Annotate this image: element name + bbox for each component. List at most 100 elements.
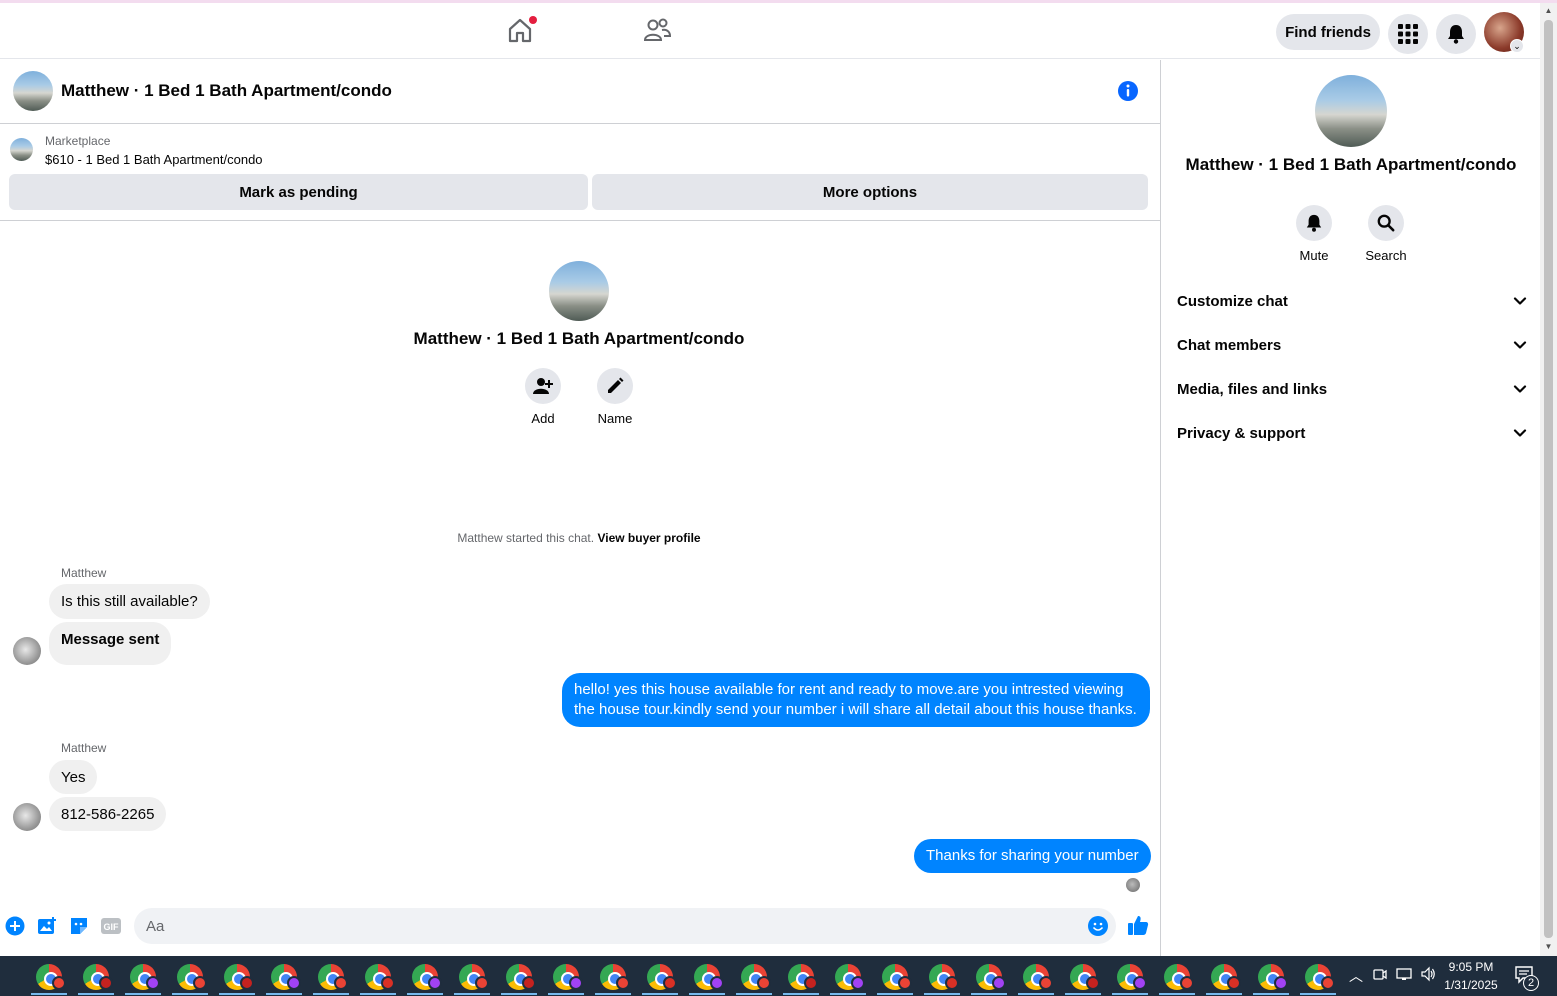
add-label: Add (531, 411, 555, 426)
running-indicator (1065, 993, 1101, 995)
profile-badge-icon (475, 976, 489, 990)
running-indicator (830, 993, 866, 995)
running-indicator (172, 993, 208, 995)
chat-intro-title: Matthew · 1 Bed 1 Bath Apartment/condo (413, 329, 745, 348)
running-indicator (125, 993, 161, 995)
notification-count-badge: 2 (1523, 975, 1539, 991)
mute-label: Mute (1299, 248, 1329, 263)
running-indicator (924, 993, 960, 995)
section-label: Customize chat (1177, 292, 1288, 310)
profile-badge-icon (381, 976, 395, 990)
name-label: Name (597, 411, 633, 426)
listing-title[interactable]: $610 - 1 Bed 1 Bath Apartment/condo (45, 152, 263, 167)
profile-badge-icon (1274, 976, 1288, 990)
sticker-icon[interactable] (69, 916, 89, 936)
running-indicator (313, 993, 349, 995)
running-indicator (1300, 993, 1336, 995)
meet-now-icon[interactable] (1372, 966, 1388, 985)
chevron-up-icon[interactable]: ︿ (1349, 966, 1363, 986)
emoji-icon[interactable] (1088, 916, 1108, 936)
profile-badge-icon (146, 976, 160, 990)
message-bubble-outgoing[interactable]: Thanks for sharing your number (914, 839, 1151, 873)
notifications-button[interactable] (1436, 14, 1476, 54)
profile-badge-icon (1039, 976, 1053, 990)
running-indicator (595, 993, 631, 995)
bell-icon (1448, 25, 1464, 44)
sender-avatar[interactable] (13, 803, 41, 831)
section-chat-members[interactable]: Chat members (1177, 330, 1527, 360)
running-indicator (501, 993, 537, 995)
profile-badge-icon (52, 976, 66, 990)
profile-badge-icon (1321, 976, 1335, 990)
notification-dot (529, 16, 537, 24)
find-friends-button[interactable]: Find friends (1276, 14, 1380, 50)
listing-thumbnail[interactable] (10, 138, 33, 161)
chat-started-text: Matthew started this chat. (457, 531, 595, 545)
grid-icon (1398, 24, 1418, 44)
section-privacy-support[interactable]: Privacy & support (1177, 418, 1527, 448)
scrollbar-thumb[interactable] (1544, 20, 1553, 938)
running-indicator (1159, 993, 1195, 995)
marketplace-label: Marketplace (45, 134, 111, 148)
profile-badge-icon (428, 976, 442, 990)
conversation-title[interactable]: Matthew · 1 Bed 1 Bath Apartment/condo (61, 81, 392, 101)
mute-button[interactable]: Mute (1278, 205, 1350, 263)
view-buyer-profile-link[interactable]: View buyer profile (597, 531, 700, 545)
clock-time: 9:05 PM (1448, 960, 1494, 974)
profile-badge-icon (99, 976, 113, 990)
message-sender: Matthew (61, 566, 107, 580)
message-bubble-incoming[interactable]: Yes (49, 760, 98, 794)
running-indicator (31, 993, 67, 995)
running-indicator (78, 993, 114, 995)
gif-icon[interactable]: GIF (101, 916, 121, 936)
chevron-down-icon (1513, 341, 1527, 349)
friends-icon[interactable] (642, 15, 672, 45)
conversation-avatar[interactable] (13, 71, 53, 111)
more-options-button[interactable]: More options (592, 174, 1148, 210)
running-indicator (360, 993, 396, 995)
chat-started-notice: Matthew started this chat. View buyer pr… (0, 531, 1158, 545)
profile-badge-icon (1227, 976, 1241, 990)
chevron-down-icon[interactable]: ⌄ (1510, 39, 1524, 53)
scroll-up-arrow-icon[interactable]: ▲ (1543, 6, 1554, 17)
profile-badge-icon (898, 976, 912, 990)
message-input[interactable]: Aa (134, 908, 1116, 944)
network-icon[interactable] (1396, 966, 1412, 985)
info-icon[interactable] (1117, 80, 1139, 102)
add-people-action[interactable]: Add (507, 368, 579, 426)
running-indicator (736, 993, 772, 995)
photo-icon[interactable] (37, 916, 57, 936)
profile-badge-icon (569, 976, 583, 990)
clock-date: 1/31/2025 (1444, 978, 1498, 992)
mark-pending-button[interactable]: Mark as pending (9, 174, 588, 210)
running-indicator (783, 993, 819, 995)
message-bubble-incoming[interactable]: Is this still available? (49, 584, 210, 619)
profile-badge-icon (1086, 976, 1100, 990)
profile-badge-icon (334, 976, 348, 990)
profile-badge-icon (992, 976, 1006, 990)
system-clock[interactable]: 9:05 PM 1/31/2025 (1432, 958, 1510, 994)
seen-indicator-avatar (1126, 878, 1140, 892)
thumbs-up-icon[interactable] (1127, 914, 1149, 936)
menu-grid-button[interactable] (1388, 14, 1428, 54)
message-sender: Matthew (61, 741, 107, 755)
sender-avatar[interactable] (13, 637, 41, 665)
scroll-down-arrow-icon[interactable]: ▼ (1543, 942, 1554, 953)
running-indicator (266, 993, 302, 995)
pencil-icon (608, 377, 624, 393)
conversation-details-panel: Matthew · 1 Bed 1 Bath Apartment/condo M… (1160, 60, 1540, 956)
plus-icon[interactable] (5, 916, 25, 936)
message-sent-card[interactable]: Message sent (49, 622, 172, 665)
profile-badge-icon (1133, 976, 1147, 990)
message-bubble-incoming[interactable]: 812-586-2265 (49, 797, 167, 831)
search-button[interactable]: Search (1350, 205, 1422, 263)
panel-avatar (1315, 75, 1387, 147)
chevron-down-icon (1513, 297, 1527, 305)
running-indicator (877, 993, 913, 995)
message-bubble-outgoing[interactable]: hello! yes this house available for rent… (562, 673, 1150, 727)
section-label: Media, files and links (1177, 380, 1328, 398)
name-chat-action[interactable]: Name (579, 368, 651, 426)
running-indicator (1018, 993, 1054, 995)
section-customize-chat[interactable]: Customize chat (1177, 286, 1527, 316)
section-media-files-links[interactable]: Media, files and links (1177, 374, 1527, 404)
